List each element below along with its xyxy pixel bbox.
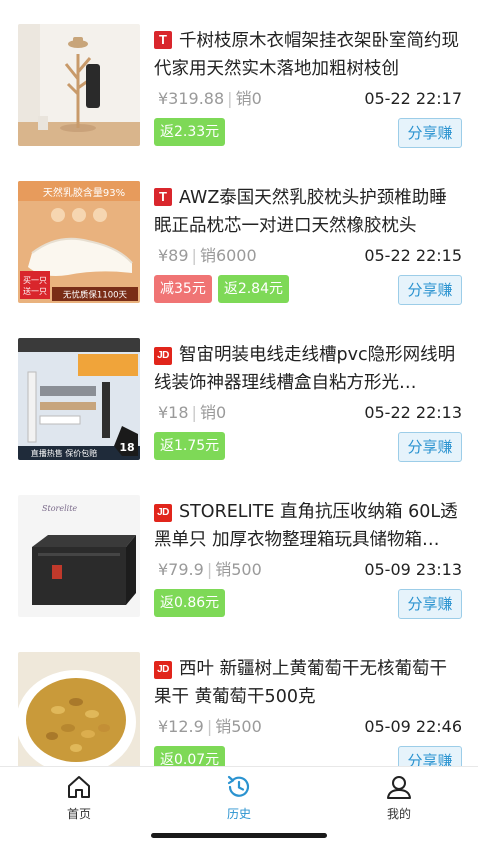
history-icon bbox=[227, 775, 250, 797]
product-title-text: 智宙明装电线走线槽pvc隐形网线明线装饰神器理线槽盒自粘方形光… bbox=[154, 345, 456, 393]
history-timestamp: 05-09 22:46 bbox=[364, 717, 462, 736]
history-timestamp: 05-22 22:13 bbox=[364, 403, 462, 422]
jd-icon: JD bbox=[154, 347, 172, 365]
product-title-text: 千树枝原木衣帽架挂衣架卧室简约现代家用天然实木落地加粗树枝创 bbox=[154, 31, 459, 79]
price-sales: ¥319.88 | 销0 bbox=[158, 87, 262, 111]
list-item[interactable]: 直播热售 保价包赔 18 JD 智宙明装电线走线槽pvc隐形网线明线装饰神器理线槽… bbox=[0, 314, 478, 464]
jd-icon: JD bbox=[154, 504, 172, 522]
product-price: ¥319.88 bbox=[158, 89, 225, 108]
list-item[interactable]: JD 西叶 新疆树上黄葡萄干无核葡萄干果干 黄葡萄干500克 ¥12.9 | 销500… bbox=[0, 628, 478, 766]
product-title-text: STORELITE 直角抗压收纳箱 60L透黑单只 加厚衣物整理箱玩具储物箱… bbox=[154, 502, 458, 550]
tag-row: 返2.33元 bbox=[154, 118, 226, 146]
share-earn-button[interactable]: 分享赚 bbox=[398, 275, 462, 305]
tab-history[interactable]: 历史 bbox=[194, 773, 284, 822]
product-title-text: 西叶 新疆树上黄葡萄干无核葡萄干果干 黄葡萄干500克 bbox=[154, 659, 448, 707]
history-list: T 千树枝原木衣帽架挂衣架卧室简约现代家用天然实木落地加粗树枝创 ¥319.88 |… bbox=[0, 0, 478, 766]
share-earn-button[interactable]: 分享赚 bbox=[398, 432, 462, 462]
product-title[interactable]: T 千树枝原木衣帽架挂衣架卧室简约现代家用天然实木落地加粗树枝创 bbox=[154, 27, 464, 83]
product-title[interactable]: JD 西叶 新疆树上黄葡萄干无核葡萄干果干 黄葡萄干500克 bbox=[154, 655, 464, 711]
product-title-text: AWZ泰国天然乳胶枕头护颈椎助睡眠正品枕芯一对进口天然橡胶枕头 bbox=[154, 188, 447, 236]
tag-row: 返0.86元 bbox=[154, 589, 226, 617]
tag-row: 返1.75元 bbox=[154, 432, 226, 460]
product-price: ¥18 bbox=[158, 403, 189, 422]
product-price: ¥89 bbox=[158, 246, 189, 265]
product-image-coat-rack[interactable] bbox=[18, 24, 140, 146]
home-indicator[interactable] bbox=[151, 833, 327, 838]
product-sales: 销500 bbox=[215, 560, 262, 579]
image-text-bottom: 直播热售 保价包赔 bbox=[31, 448, 98, 458]
list-item[interactable]: 天然乳胶含量93% 买一只 送一只 无忧质保1100天 T AWZ泰国天然乳胶枕头… bbox=[0, 157, 478, 307]
tmall-icon: T bbox=[154, 188, 172, 206]
price-sales: ¥18 | 销0 bbox=[158, 401, 226, 425]
tab-home-label: 首页 bbox=[66, 807, 91, 821]
history-timestamp: 05-22 22:15 bbox=[364, 246, 462, 265]
rebate-tag: 返2.33元 bbox=[154, 118, 226, 146]
list-item[interactable]: T 千树枝原木衣帽架挂衣架卧室简约现代家用天然实木落地加粗树枝创 ¥319.88 |… bbox=[0, 0, 478, 150]
user-icon bbox=[387, 776, 411, 799]
tab-mine[interactable]: 我的 bbox=[354, 773, 444, 822]
image-price-number: 18 bbox=[119, 441, 134, 454]
tag-row: 减35元 返2.84元 bbox=[154, 275, 289, 303]
product-title[interactable]: T AWZ泰国天然乳胶枕头护颈椎助睡眠正品枕芯一对进口天然橡胶枕头 bbox=[154, 184, 464, 240]
history-timestamp: 05-22 22:17 bbox=[364, 89, 462, 108]
rebate-tag: 返1.75元 bbox=[154, 432, 226, 460]
product-sales: 销0 bbox=[235, 89, 262, 108]
tab-home[interactable]: 首页 bbox=[34, 773, 124, 822]
product-image-raisins[interactable] bbox=[18, 652, 140, 766]
price-sales: ¥79.9 | 销500 bbox=[158, 558, 262, 582]
product-title[interactable]: JD STORELITE 直角抗压收纳箱 60L透黑单只 加厚衣物整理箱玩具储物箱… bbox=[154, 498, 464, 554]
product-image-latex-pillow[interactable]: 天然乳胶含量93% 买一只 送一只 无忧质保1100天 bbox=[18, 181, 140, 303]
divider: | bbox=[191, 246, 197, 265]
product-sales: 销0 bbox=[199, 403, 227, 422]
image-badge-text: 买一只 bbox=[23, 276, 47, 285]
list-item[interactable]: Storelite JD STORELITE 直角抗压收纳箱 60L透黑单只 加厚… bbox=[0, 471, 478, 621]
home-icon bbox=[68, 776, 90, 798]
product-image-cable-channel[interactable]: 直播热售 保价包赔 18 bbox=[18, 338, 140, 460]
divider: | bbox=[206, 717, 213, 736]
image-text-top: 天然乳胶含量93% bbox=[43, 186, 125, 199]
share-earn-button[interactable]: 分享赚 bbox=[398, 118, 462, 148]
divider: | bbox=[206, 560, 213, 579]
rebate-tag: 返0.07元 bbox=[154, 746, 226, 766]
bottom-tab-bar: 首页 历史 我的 bbox=[0, 766, 478, 850]
image-text-bottom: 无忧质保1100天 bbox=[63, 290, 128, 301]
jd-icon: JD bbox=[154, 661, 172, 679]
discount-tag: 减35元 bbox=[154, 275, 212, 303]
price-sales: ¥12.9 | 销500 bbox=[158, 715, 262, 739]
divider: | bbox=[227, 89, 233, 108]
image-brand-text: Storelite bbox=[42, 504, 77, 513]
product-image-storage-box[interactable]: Storelite bbox=[18, 495, 140, 617]
product-price: ¥12.9 bbox=[158, 717, 204, 736]
divider: | bbox=[191, 403, 197, 422]
rebate-tag: 返0.86元 bbox=[154, 589, 226, 617]
product-sales: 销6000 bbox=[199, 246, 257, 265]
tag-row: 返0.07元 bbox=[154, 746, 226, 766]
price-sales: ¥89 | 销6000 bbox=[158, 244, 257, 268]
product-title[interactable]: JD 智宙明装电线走线槽pvc隐形网线明线装饰神器理线槽盒自粘方形光… bbox=[154, 341, 464, 397]
product-price: ¥79.9 bbox=[158, 560, 204, 579]
tmall-icon: T bbox=[154, 31, 172, 49]
tab-mine-label: 我的 bbox=[386, 807, 411, 821]
history-timestamp: 05-09 23:13 bbox=[364, 560, 462, 579]
share-earn-button[interactable]: 分享赚 bbox=[398, 746, 462, 766]
product-sales: 销500 bbox=[215, 717, 262, 736]
rebate-tag: 返2.84元 bbox=[217, 275, 289, 303]
tab-history-label: 历史 bbox=[226, 807, 251, 821]
share-earn-button[interactable]: 分享赚 bbox=[398, 589, 462, 619]
image-badge-text: 送一只 bbox=[23, 286, 47, 296]
